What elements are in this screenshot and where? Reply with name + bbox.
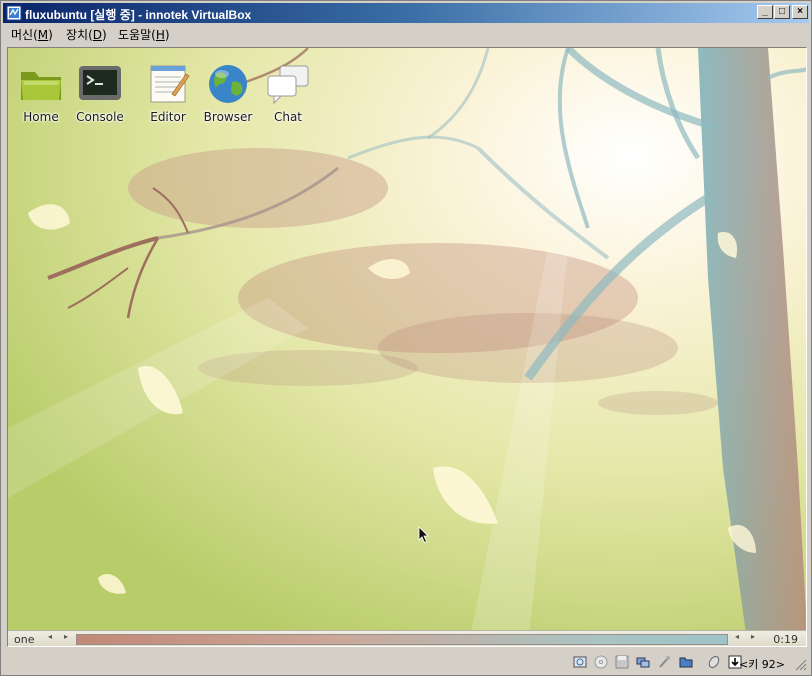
mouse-integration-icon[interactable]	[707, 655, 721, 669]
menu-help-suffix: )	[164, 28, 170, 42]
menu-help-mnemonic: H	[155, 28, 165, 42]
status-bar: <키 92>	[3, 651, 809, 673]
desktop-icon-chat[interactable]: Chat	[258, 58, 318, 124]
desktop-icon-editor[interactable]: Editor	[138, 58, 198, 124]
window-title: fluxubuntu [실행 중] - innotek VirtualBox	[25, 8, 252, 22]
menu-machine[interactable]: 머신(M)	[11, 26, 53, 43]
host-key-label: <키 92>	[738, 658, 785, 671]
folder-icon	[21, 72, 61, 100]
terminal-icon	[79, 66, 121, 100]
cd-icon[interactable]	[594, 655, 608, 669]
fluxbox-toolbar: one ◂ ▸ ◂ ▸ 0:19	[8, 630, 806, 646]
menu-devices[interactable]: 장치(D)	[66, 26, 107, 43]
chat-bubbles-icon	[267, 65, 309, 105]
toolbar-clock: 0:19	[773, 633, 798, 646]
workspace-prev-button[interactable]: ◂	[48, 632, 52, 641]
window-prev-button[interactable]: ◂	[735, 632, 739, 641]
workspace-name: one	[14, 633, 35, 646]
resize-grip-icon[interactable]	[795, 659, 807, 671]
close-button[interactable]: ×	[792, 5, 808, 19]
desktop-icon-console[interactable]: Console	[70, 58, 130, 124]
menu-machine-label: 머신(	[11, 28, 38, 42]
menu-devices-label: 장치(	[66, 28, 93, 42]
notepad-icon	[150, 65, 190, 103]
minimize-button[interactable]: _	[757, 5, 773, 19]
menu-devices-suffix: )	[102, 28, 107, 42]
title-bar[interactable]: fluxubuntu [실행 중] - innotek VirtualBox _…	[3, 3, 809, 23]
menu-machine-mnemonic: M	[37, 28, 49, 42]
menu-help[interactable]: 도움말(H)	[118, 26, 170, 43]
globe-icon	[209, 65, 247, 103]
desktop-icon-label: Editor	[150, 110, 186, 124]
desktop-icon-home[interactable]: Home	[11, 58, 71, 124]
mouse-cursor-icon	[418, 526, 429, 544]
desktop-icon-label: Chat	[273, 110, 303, 124]
usb-icon[interactable]	[657, 655, 671, 669]
menu-machine-suffix: )	[48, 28, 53, 42]
taskbar-iconbar[interactable]	[76, 634, 728, 645]
virtualbox-app-icon	[6, 5, 22, 21]
floppy-icon[interactable]	[615, 655, 629, 669]
workspace-next-button[interactable]: ▸	[64, 632, 68, 641]
hard-disk-icon[interactable]	[573, 655, 587, 669]
window-next-button[interactable]: ▸	[751, 632, 755, 641]
menu-bar: 머신(M) 장치(D) 도움말(H)	[3, 24, 809, 43]
desktop-icon-label: Home	[23, 110, 59, 124]
desktop-icon-browser[interactable]: Browser	[198, 58, 258, 124]
guest-screen[interactable]: Home Console Editor Browser Chat one ◂ ▸…	[7, 47, 807, 647]
network-icon[interactable]	[636, 655, 650, 669]
desktop-wallpaper	[8, 48, 806, 646]
shared-folder-icon[interactable]	[679, 655, 693, 669]
desktop-icon-label: Console	[76, 110, 124, 124]
menu-help-label: 도움말(	[118, 28, 156, 42]
maximize-button[interactable]: □	[774, 5, 790, 19]
virtualbox-window: fluxubuntu [실행 중] - innotek VirtualBox _…	[0, 0, 812, 676]
desktop-icon-label: Browser	[203, 110, 253, 124]
menu-devices-mnemonic: D	[92, 28, 103, 42]
